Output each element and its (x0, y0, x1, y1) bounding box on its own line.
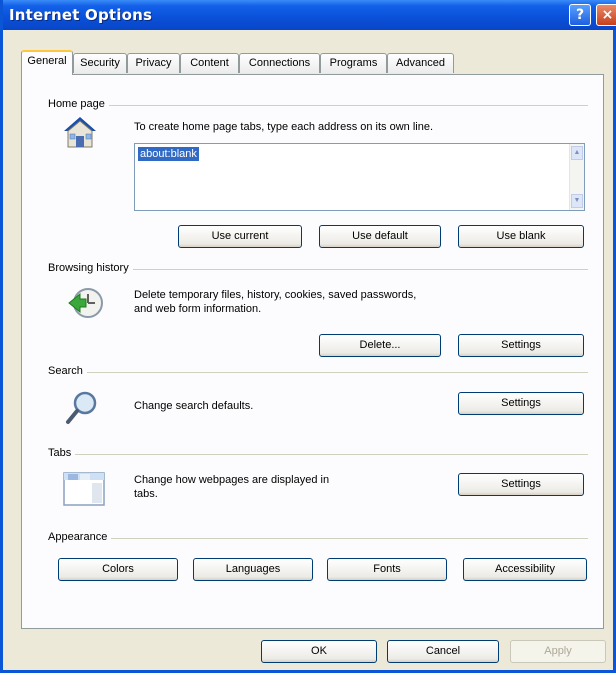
tabs-description-line1: Change how webpages are displayed in (134, 474, 330, 486)
history-icon (68, 285, 104, 321)
use-default-button[interactable]: Use default (319, 225, 441, 248)
tab-advanced[interactable]: Advanced (387, 53, 454, 73)
history-settings-button[interactable]: Settings (458, 334, 584, 357)
scroll-down-arrow-icon[interactable]: ▼ (571, 194, 583, 208)
cancel-button[interactable]: Cancel (387, 640, 499, 663)
search-settings-button[interactable]: Settings (458, 392, 584, 415)
browsing-history-group-label: Browsing history (48, 262, 133, 274)
search-description: Change search defaults. (134, 400, 254, 412)
ok-button[interactable]: OK (261, 640, 377, 663)
general-tab-panel: Home page To create home page tabs, type… (21, 74, 604, 629)
scroll-up-arrow-icon[interactable]: ▲ (571, 146, 583, 160)
home-page-description: To create home page tabs, type each addr… (134, 121, 434, 133)
accessibility-button[interactable]: Accessibility (463, 558, 587, 581)
home-page-address-value: about:blank (138, 147, 199, 161)
magnifier-icon (64, 389, 100, 425)
appearance-divider (48, 538, 588, 539)
home-icon (62, 115, 98, 149)
home-page-divider (48, 105, 588, 106)
tabs-group-label: Tabs (48, 447, 76, 459)
browsing-history-description-line2: and web form information. (134, 303, 262, 315)
use-blank-button[interactable]: Use blank (458, 225, 584, 248)
browsing-history-description-line1: Delete temporary files, history, cookies… (134, 289, 417, 301)
tabbed-window-icon (62, 471, 106, 507)
close-button[interactable]: × (596, 4, 616, 26)
tabs-description-line2: tabs. (134, 488, 158, 500)
tab-content[interactable]: Content (180, 53, 239, 73)
apply-button[interactable]: Apply (510, 640, 606, 663)
tabs-settings-button[interactable]: Settings (458, 473, 584, 496)
tab-programs[interactable]: Programs (320, 53, 387, 73)
search-divider (48, 372, 588, 373)
delete-history-button[interactable]: Delete... (319, 334, 441, 357)
tab-privacy[interactable]: Privacy (127, 53, 180, 73)
help-button[interactable]: ? (569, 4, 591, 26)
title-bar[interactable]: Internet Options ? × (3, 0, 616, 30)
search-group-label: Search (48, 365, 87, 377)
tab-connections[interactable]: Connections (239, 53, 320, 73)
tab-security[interactable]: Security (73, 53, 127, 73)
internet-options-window: Internet Options ? × General Security Pr… (0, 0, 616, 673)
window-title: Internet Options (9, 6, 153, 24)
tabs-divider (48, 454, 588, 455)
tab-general[interactable]: General (21, 50, 73, 75)
use-current-button[interactable]: Use current (178, 225, 302, 248)
home-page-scrollbar[interactable]: ▲ ▼ (569, 144, 584, 210)
home-page-group-label: Home page (48, 98, 109, 110)
appearance-group-label: Appearance (48, 531, 112, 543)
colors-button[interactable]: Colors (58, 558, 178, 581)
languages-button[interactable]: Languages (193, 558, 313, 581)
fonts-button[interactable]: Fonts (327, 558, 447, 581)
home-page-address-input[interactable]: about:blank ▲ ▼ (134, 143, 585, 211)
